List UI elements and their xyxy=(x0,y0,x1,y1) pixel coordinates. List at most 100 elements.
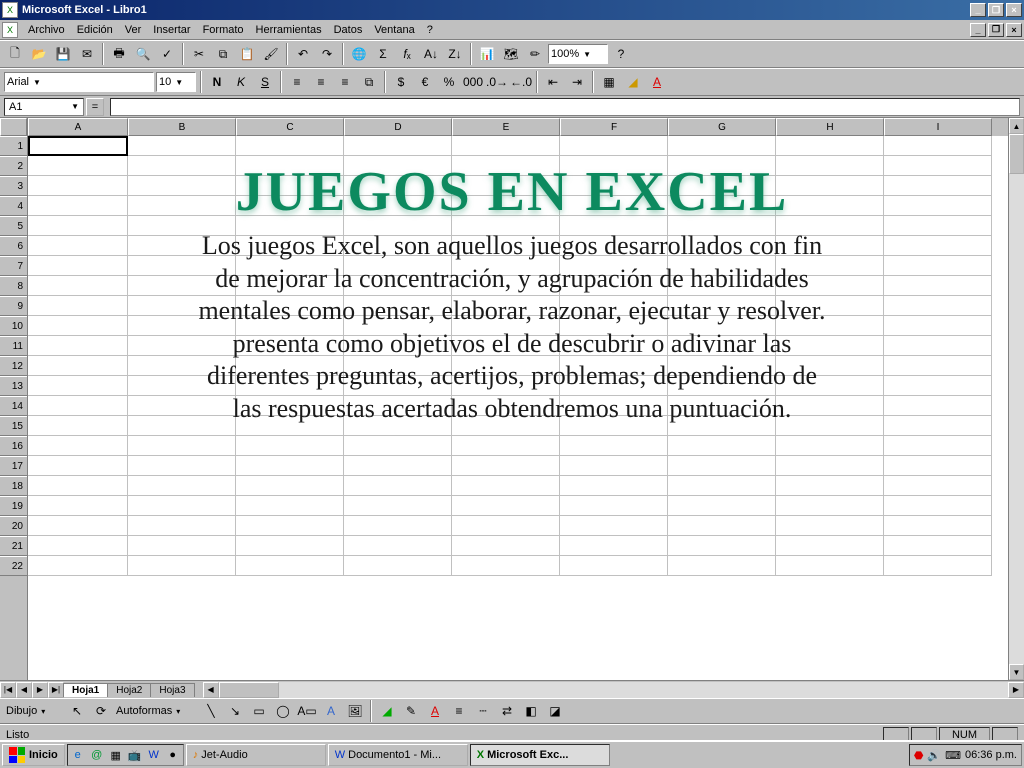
task-jetaudio[interactable]: ♪Jet-Audio xyxy=(186,744,326,766)
cell[interactable] xyxy=(560,136,668,156)
row-header-2[interactable]: 2 xyxy=(0,156,27,176)
increase-indent-button[interactable]: ⇥ xyxy=(566,71,588,93)
cell[interactable] xyxy=(128,556,236,576)
menu-ventana[interactable]: Ventana xyxy=(368,22,420,38)
align-left-button[interactable]: ≡ xyxy=(286,71,308,93)
scroll-thumb[interactable] xyxy=(1009,134,1024,174)
cell[interactable] xyxy=(668,556,776,576)
task-excel[interactable]: XMicrosoft Exc... xyxy=(470,744,610,766)
cell[interactable] xyxy=(776,496,884,516)
cell[interactable] xyxy=(884,556,992,576)
row-header-8[interactable]: 8 xyxy=(0,276,27,296)
formula-equals-button[interactable]: = xyxy=(86,98,104,116)
font-color-button[interactable]: A xyxy=(646,71,668,93)
row-header-12[interactable]: 12 xyxy=(0,356,27,376)
scroll-track[interactable] xyxy=(1009,134,1024,664)
cell[interactable] xyxy=(236,496,344,516)
cell[interactable] xyxy=(884,456,992,476)
cell[interactable] xyxy=(884,216,992,236)
font-combo[interactable]: Arial▼ xyxy=(4,72,154,92)
tray-icon[interactable]: 🔊 xyxy=(927,749,941,762)
cell[interactable] xyxy=(344,456,452,476)
autosum-button[interactable]: Σ xyxy=(372,43,394,65)
start-button[interactable]: Inicio xyxy=(2,744,65,766)
paste-button[interactable]: 📋 xyxy=(236,43,258,65)
cell[interactable] xyxy=(668,456,776,476)
cell[interactable] xyxy=(236,136,344,156)
row-header-3[interactable]: 3 xyxy=(0,176,27,196)
horizontal-scrollbar[interactable]: ◀ ▶ xyxy=(203,682,1024,698)
euro-button[interactable]: € xyxy=(414,71,436,93)
wordart-button[interactable]: A xyxy=(320,700,342,722)
chart-button[interactable]: 📊 xyxy=(476,43,498,65)
cell[interactable] xyxy=(560,496,668,516)
format-painter-button[interactable]: 🖌 xyxy=(260,43,282,65)
textbox-button[interactable]: A▭ xyxy=(296,700,318,722)
row-header-1[interactable]: 1 xyxy=(0,136,27,156)
cell[interactable] xyxy=(560,556,668,576)
outlook-icon[interactable]: @ xyxy=(88,746,106,764)
row-header-22[interactable]: 22 xyxy=(0,556,27,576)
minimize-button[interactable]: _ xyxy=(970,3,986,17)
cell[interactable] xyxy=(776,176,884,196)
mdi-close-button[interactable]: × xyxy=(1006,23,1022,37)
cell[interactable] xyxy=(28,516,128,536)
cell[interactable] xyxy=(28,536,128,556)
tab-prev-button[interactable]: ◀ xyxy=(16,682,32,698)
arrow-style-button[interactable]: ⇄ xyxy=(496,700,518,722)
cell[interactable] xyxy=(452,496,560,516)
hscroll-thumb[interactable] xyxy=(219,682,279,698)
cell[interactable] xyxy=(344,436,452,456)
cell[interactable] xyxy=(776,196,884,216)
cell[interactable] xyxy=(560,456,668,476)
cell[interactable] xyxy=(884,496,992,516)
col-header-I[interactable]: I xyxy=(884,118,992,136)
col-header-H[interactable]: H xyxy=(776,118,884,136)
increase-decimal-button[interactable]: .0→ xyxy=(486,71,508,93)
cell[interactable] xyxy=(452,476,560,496)
new-button[interactable]: 🗋 xyxy=(4,43,26,65)
cell[interactable] xyxy=(560,516,668,536)
tab-next-button[interactable]: ▶ xyxy=(32,682,48,698)
row-header-7[interactable]: 7 xyxy=(0,256,27,276)
close-button[interactable]: × xyxy=(1006,3,1022,17)
cell[interactable] xyxy=(884,256,992,276)
cell[interactable] xyxy=(344,536,452,556)
cell[interactable] xyxy=(776,136,884,156)
menu-archivo[interactable]: Archivo xyxy=(22,22,71,38)
scroll-up-button[interactable]: ▲ xyxy=(1009,118,1024,134)
cell[interactable] xyxy=(776,556,884,576)
row-header-4[interactable]: 4 xyxy=(0,196,27,216)
sort-desc-button[interactable]: Z↓ xyxy=(444,43,466,65)
cell[interactable] xyxy=(884,356,992,376)
cell[interactable] xyxy=(884,156,992,176)
borders-button[interactable]: ▦ xyxy=(598,71,620,93)
col-header-A[interactable]: A xyxy=(28,118,128,136)
menu-herramientas[interactable]: Herramientas xyxy=(250,22,328,38)
undo-button[interactable]: ↶ xyxy=(292,43,314,65)
decrease-decimal-button[interactable]: ←.0 xyxy=(510,71,532,93)
cell[interactable] xyxy=(128,156,236,176)
channels-icon[interactable]: 📺 xyxy=(126,746,144,764)
cell[interactable] xyxy=(128,436,236,456)
cell[interactable] xyxy=(884,416,992,436)
arrow-button[interactable]: ↘ xyxy=(224,700,246,722)
cell[interactable] xyxy=(28,296,128,316)
col-header-E[interactable]: E xyxy=(452,118,560,136)
word-icon[interactable]: W xyxy=(145,746,163,764)
select-objects-button[interactable]: ↖ xyxy=(66,700,88,722)
cell[interactable] xyxy=(28,276,128,296)
underline-button[interactable]: S xyxy=(254,71,276,93)
map-button[interactable]: 🗺 xyxy=(500,43,522,65)
name-box[interactable]: A1▼ xyxy=(4,98,84,116)
sort-asc-button[interactable]: A↓ xyxy=(420,43,442,65)
cut-button[interactable]: ✂ xyxy=(188,43,210,65)
fill-color-button[interactable]: ◢ xyxy=(622,71,644,93)
dash-style-button[interactable]: ┄ xyxy=(472,700,494,722)
line-color-button[interactable]: ✎ xyxy=(400,700,422,722)
cell[interactable] xyxy=(452,536,560,556)
cell[interactable] xyxy=(452,136,560,156)
tray-icon[interactable]: ⌨ xyxy=(945,749,961,762)
font-color-draw-button[interactable]: A xyxy=(424,700,446,722)
cell[interactable] xyxy=(128,516,236,536)
